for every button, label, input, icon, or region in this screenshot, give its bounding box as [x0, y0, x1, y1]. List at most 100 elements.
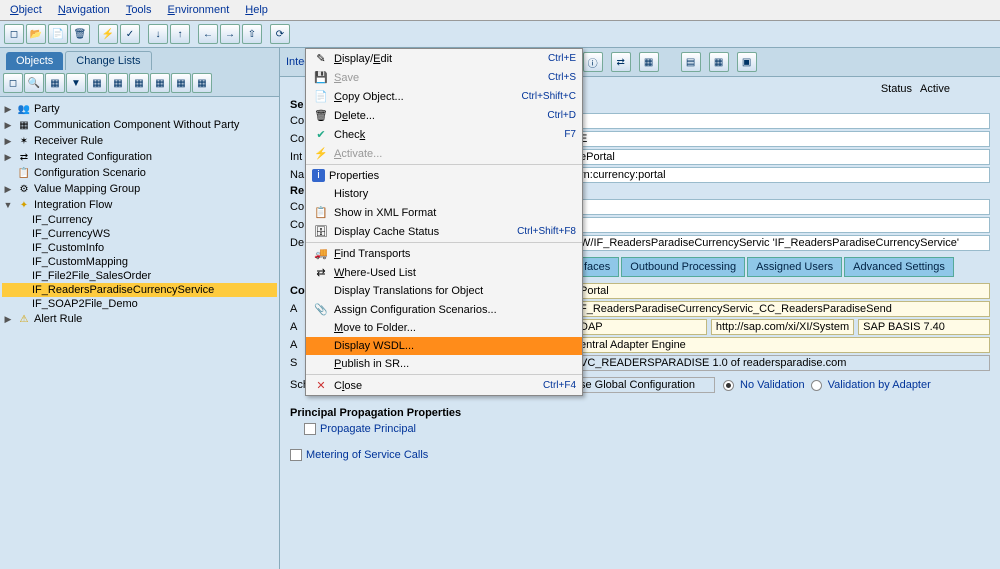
object-tree: ▶👥Party ▶▦Communication Component Withou… [0, 97, 279, 569]
tree-if-custommapping[interactable]: IF_CustomMapping [2, 255, 277, 269]
import-icon[interactable]: ↓ [148, 24, 168, 44]
xml-icon[interactable]: ▦ [639, 52, 659, 72]
ctx-assign-config-scenarios[interactable]: 📎Assign Configuration Scenarios... [306, 300, 582, 319]
forward-icon[interactable]: → [220, 24, 240, 44]
tree-party[interactable]: ▶👥Party [2, 101, 277, 117]
ctx-sep2 [306, 242, 582, 243]
back-icon[interactable]: ← [198, 24, 218, 44]
subtab-advanced[interactable]: Advanced Settings [844, 257, 954, 277]
info-icon[interactable]: ⓘ [583, 52, 603, 72]
ppp-title: Principal Propagation Properties [290, 407, 990, 419]
tree-if-custominfo[interactable]: IF_CustomInfo [2, 241, 277, 255]
receiver-icon: ✶ [17, 134, 31, 148]
right-panel: Integrated Configuration Edit View ✎ 💾 📄… [280, 48, 1000, 569]
open-icon[interactable]: 📂 [26, 24, 46, 44]
ctx-where-used[interactable]: ⇄Where-Used List [306, 263, 582, 282]
ctx-move-to-folder[interactable]: Move to Folder... [306, 319, 582, 337]
dval-globalcfg: se Global Configuration [575, 377, 715, 393]
component-icon: ▦ [17, 118, 31, 132]
tree-misc4-icon[interactable]: ▦ [150, 73, 170, 93]
whereused-icon[interactable]: ⇄ [611, 52, 631, 72]
val-co4 [575, 217, 990, 233]
new-icon[interactable]: ◻ [4, 24, 24, 44]
tool2-icon[interactable]: ▦ [709, 52, 729, 72]
tree-if-file2file[interactable]: IF_File2File_SalesOrder [2, 269, 277, 283]
subtab-outbound[interactable]: Outbound Processing [621, 257, 745, 277]
tree-receiver-rule[interactable]: ▶✶Receiver Rule [2, 133, 277, 149]
ctx-publish-sr[interactable]: Publish in SR... [306, 355, 582, 373]
menu-tools[interactable]: Tools [120, 2, 158, 18]
tool3-icon[interactable]: ▣ [737, 52, 757, 72]
left-panel: Objects Change Lists ◻ 🔍 ▦ ▼ ▦ ▦ ▦ ▦ ▦ ▦… [0, 48, 280, 569]
tool1-icon[interactable]: ▤ [681, 52, 701, 72]
tree-if-readersparadise[interactable]: IF_ReadersParadiseCurrencyService [2, 283, 277, 297]
tree-misc2-icon[interactable]: ▦ [108, 73, 128, 93]
ctx-display-translations[interactable]: Display Translations for Object [306, 282, 582, 300]
menu-help[interactable]: Help [239, 2, 274, 18]
ctx-delete[interactable]: 🗑Delete...Ctrl+D [306, 106, 582, 125]
up-icon[interactable]: ⇧ [242, 24, 262, 44]
ctx-check[interactable]: ✔CheckF7 [306, 125, 582, 144]
tree-misc3-icon[interactable]: ▦ [129, 73, 149, 93]
tree-misc5-icon[interactable]: ▦ [171, 73, 191, 93]
tree-expand-icon[interactable]: ▼ [66, 73, 86, 93]
radio-no-validation-label: No Validation [740, 379, 805, 391]
delete-icon[interactable]: 🗑 [70, 24, 90, 44]
copy-icon: 📄 [312, 90, 330, 103]
tree-if-currencyws[interactable]: IF_CurrencyWS [2, 227, 277, 241]
transport-icon: 🚚 [312, 247, 330, 260]
where-used-icon: ⇄ [312, 266, 330, 279]
tree-comm-component[interactable]: ▶▦Communication Component Without Party [2, 117, 277, 133]
val-co3 [575, 199, 990, 215]
tab-changelists[interactable]: Change Lists [65, 51, 151, 70]
menu-environment[interactable]: Environment [162, 2, 236, 18]
menu-object[interactable]: OObjectbject [4, 2, 48, 18]
refresh-icon[interactable]: ⟳ [270, 24, 290, 44]
subtab-assigned-users[interactable]: Assigned Users [747, 257, 842, 277]
ctx-properties[interactable]: iProperties [306, 166, 582, 185]
activate-icon[interactable]: ⚡ [98, 24, 118, 44]
alert-icon: ⚠ [17, 312, 31, 326]
dval-ns2: http://sap.com/xi/XI/System [711, 319, 854, 335]
export-icon[interactable]: ↑ [170, 24, 190, 44]
tree-alert-rule[interactable]: ▶⚠Alert Rule [2, 311, 277, 327]
ctx-sep3 [306, 374, 582, 375]
ctx-history[interactable]: History [306, 185, 582, 203]
left-tabs: Objects Change Lists [0, 48, 279, 70]
ctx-show-xml[interactable]: 📋Show in XML Format [306, 203, 582, 222]
ctx-close[interactable]: ✕CloseCtrl+F4 [306, 376, 582, 395]
val-ws: W/IF_ReadersParadiseCurrencyServic 'IF_R… [575, 235, 990, 251]
cb-metering[interactable] [290, 449, 302, 461]
main-toolbar: ◻ 📂 📄 🗑 ⚡ ✓ ↓ ↑ ← → ⇧ ⟳ [0, 21, 1000, 48]
check-icon[interactable]: ✓ [120, 24, 140, 44]
ctx-display-wsdl[interactable]: Display WSDL... [306, 337, 582, 355]
ctx-find-transports[interactable]: 🚚Find Transports [306, 244, 582, 263]
ctx-copy-object[interactable]: 📄Copy Object...Ctrl+Shift+C [306, 87, 582, 106]
radio-validation-adapter[interactable] [811, 380, 822, 391]
dval-engine: entral Adapter Engine [575, 337, 990, 353]
tree-misc6-icon[interactable]: ▦ [192, 73, 212, 93]
assign-icon: 📎 [312, 303, 330, 316]
tree-filter-icon[interactable]: ▦ [45, 73, 65, 93]
tab-objects[interactable]: Objects [6, 52, 63, 70]
radio-no-validation[interactable] [723, 380, 734, 391]
cb-propagate-principal[interactable] [304, 423, 316, 435]
menu-navigation[interactable]: Navigation [52, 2, 116, 18]
tree-integrated-config[interactable]: ▶⇄Integrated Configuration [2, 149, 277, 165]
tree-misc1-icon[interactable]: ▦ [87, 73, 107, 93]
ctx-activate: ⚡Activate... [306, 144, 582, 163]
tree-toolbar: ◻ 🔍 ▦ ▼ ▦ ▦ ▦ ▦ ▦ ▦ [0, 70, 279, 97]
valmap-icon: ⚙ [17, 182, 31, 196]
check-icon: ✔ [312, 128, 330, 141]
copy-icon[interactable]: 📄 [48, 24, 68, 44]
tree-if-soap2file[interactable]: IF_SOAP2File_Demo [2, 297, 277, 311]
val-co1 [575, 113, 990, 129]
tree-integration-flow[interactable]: ▼✦Integration Flow [2, 197, 277, 213]
ctx-cache-status[interactable]: 🗄Display Cache StatusCtrl+Shift+F8 [306, 222, 582, 241]
tree-config-scenario[interactable]: 📋Configuration Scenario [2, 165, 277, 181]
ctx-display-edit[interactable]: ✎Display/EditCtrl+E [306, 49, 582, 68]
tree-find-icon[interactable]: 🔍 [24, 73, 44, 93]
tree-new-icon[interactable]: ◻ [3, 73, 23, 93]
tree-if-currency[interactable]: IF_Currency [2, 213, 277, 227]
tree-value-mapping[interactable]: ▶⚙Value Mapping Group [2, 181, 277, 197]
